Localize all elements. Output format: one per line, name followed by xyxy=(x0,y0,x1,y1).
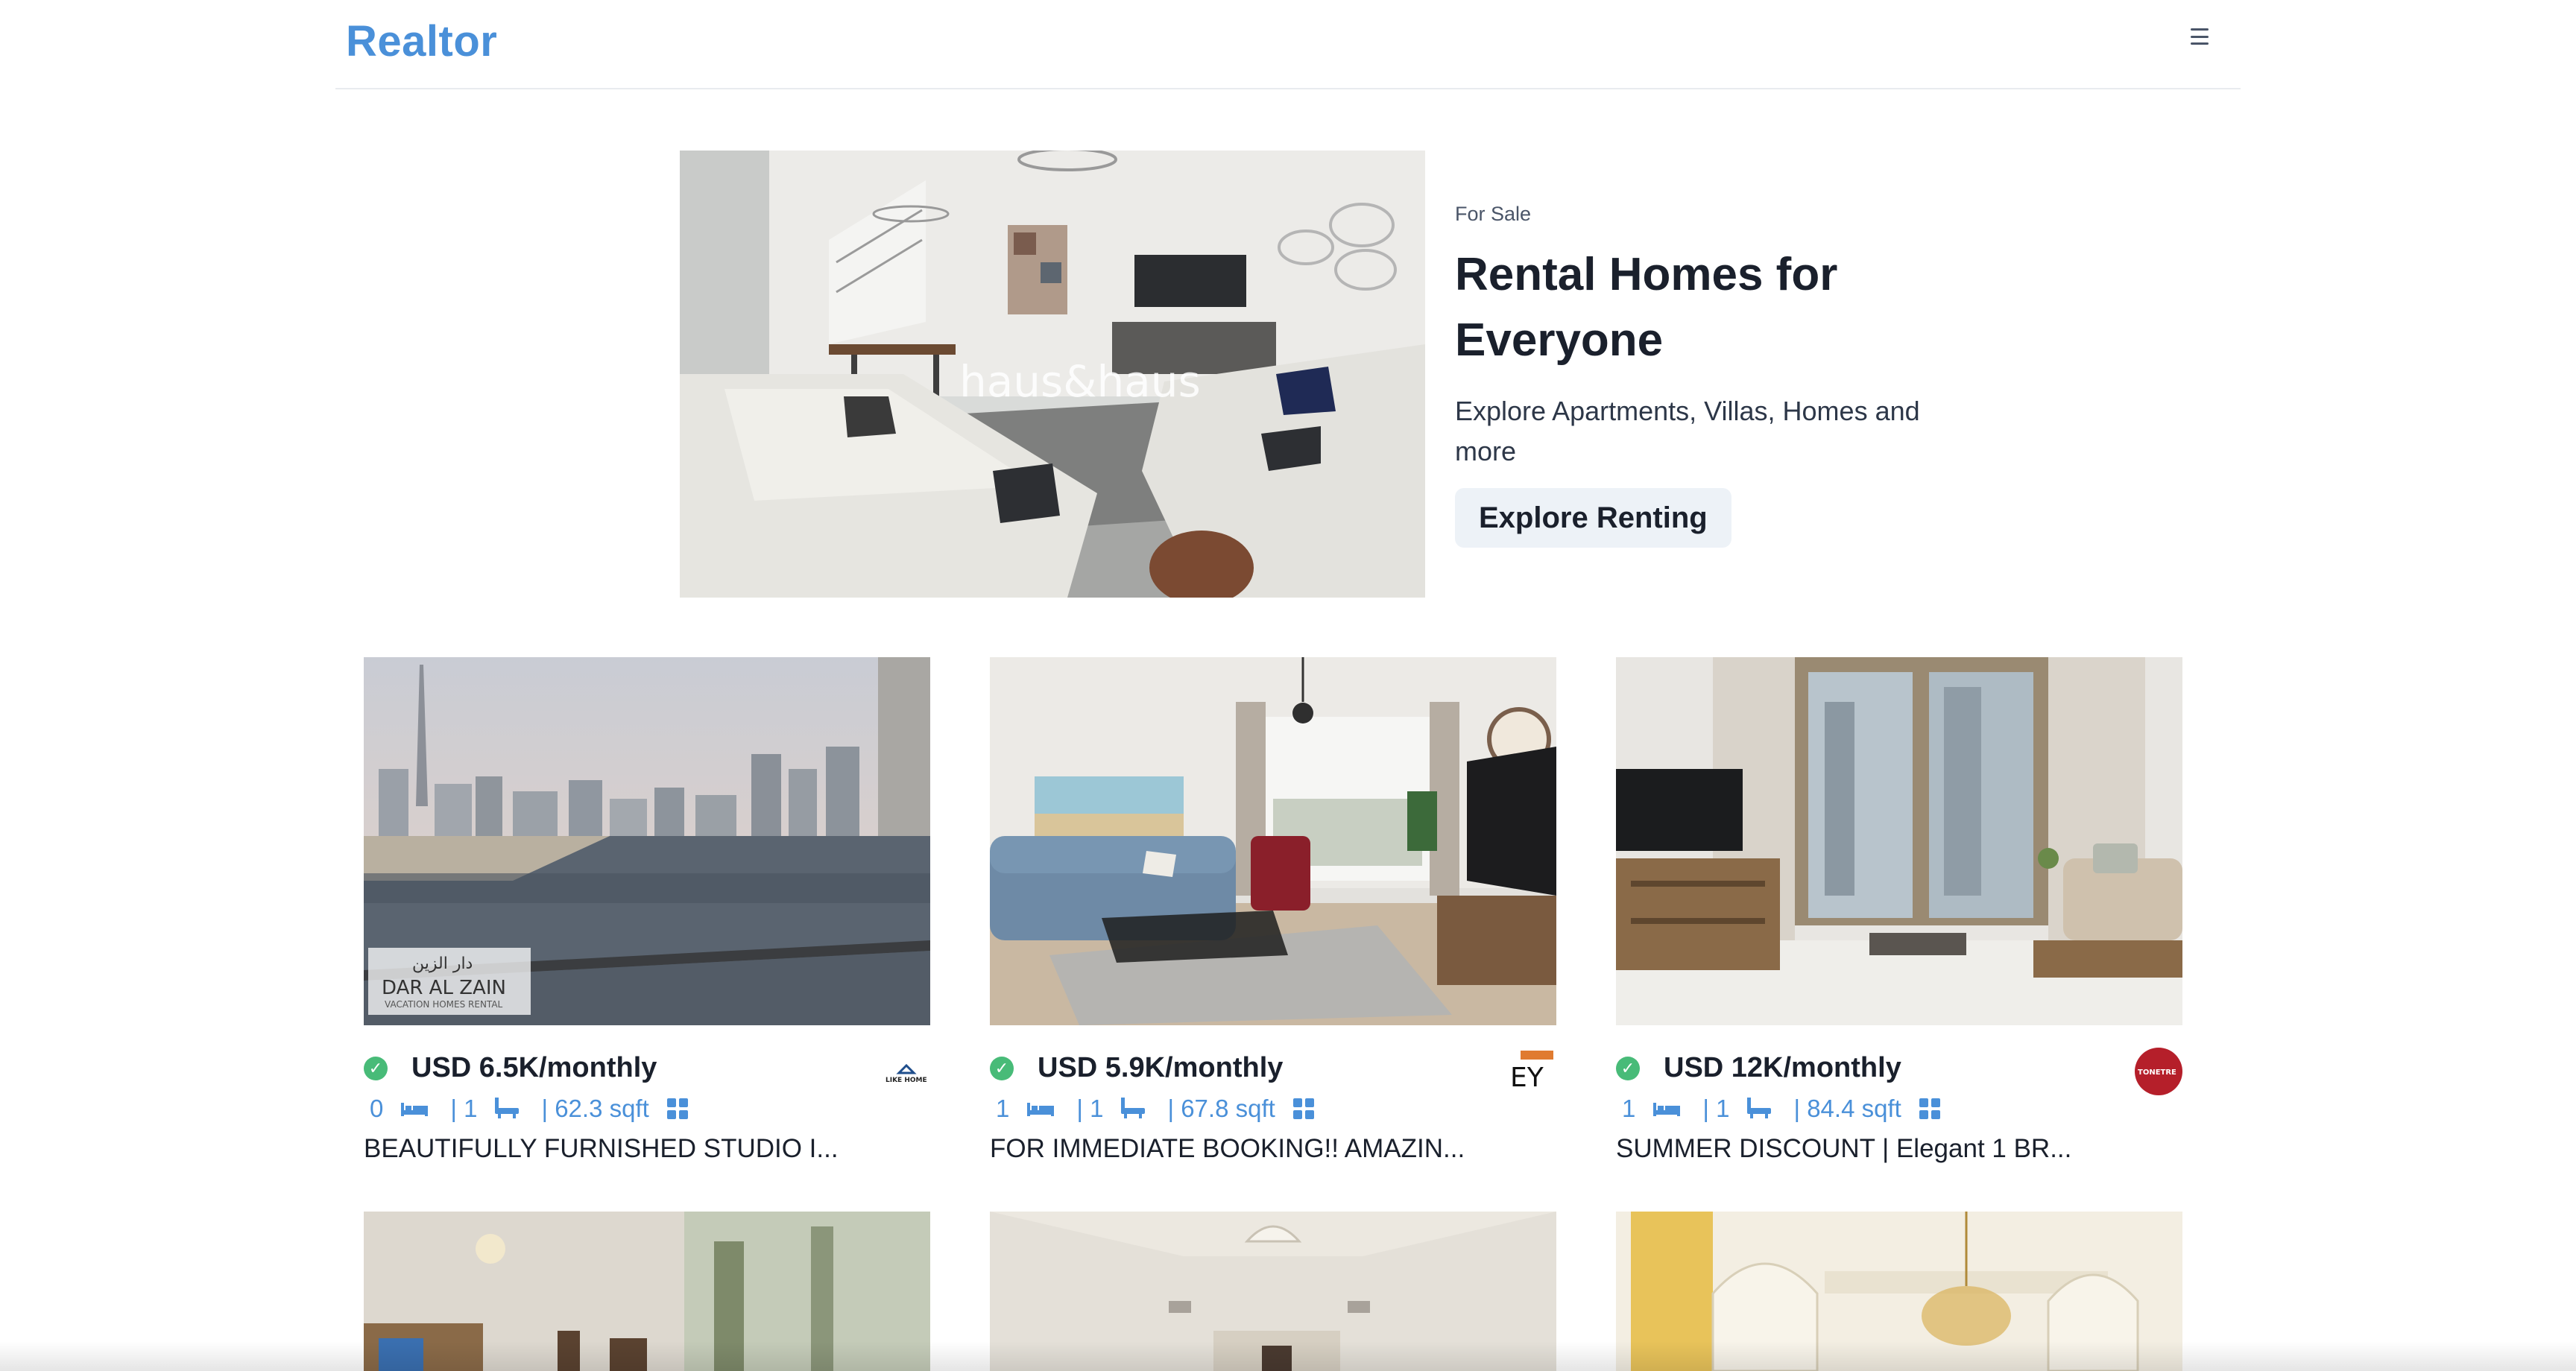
hero-title: Rental Homes for Everyone xyxy=(1455,249,1838,366)
svg-text:دار الزين: دار الزين xyxy=(412,954,473,973)
listing-card[interactable]: دار الزين DAR AL ZAIN VACATION HOMES REN… xyxy=(364,657,930,1164)
bath-icon xyxy=(1121,1098,1146,1120)
hero-watermark: haus&haus xyxy=(959,356,1201,407)
hero-banner-image: haus&haus xyxy=(680,151,1425,598)
bed-icon xyxy=(1653,1100,1681,1118)
grid-icon xyxy=(666,1098,688,1119)
listing-card[interactable]: ✓ USD 12K/monthly TONETRE 1 | 1 | 84.4 s… xyxy=(1616,657,2182,1164)
listing-price: USD 5.9K/monthly xyxy=(1038,1052,1284,1083)
hero-eyebrow: For Sale xyxy=(1455,203,1532,225)
bed-icon xyxy=(401,1100,429,1118)
hero-content: For Sale Rental Homes for Everyone Explo… xyxy=(1455,203,1932,548)
listing-meta: 1 | 1 | 84.4 sqft xyxy=(1616,1088,2182,1130)
listing-image[interactable]: دار الزين DAR AL ZAIN VACATION HOMES REN… xyxy=(364,657,930,1025)
svg-text:DAR AL ZAIN: DAR AL ZAIN xyxy=(382,977,506,999)
hamburger-menu-icon[interactable] xyxy=(2187,25,2212,48)
verified-check-icon: ✓ xyxy=(1616,1057,1640,1080)
verified-check-icon: ✓ xyxy=(990,1057,1014,1080)
svg-text:LIKE HOME: LIKE HOME xyxy=(886,1077,927,1084)
brand-logo[interactable]: Realtor xyxy=(346,16,497,66)
agency-logo[interactable]: EY xyxy=(1509,1048,1556,1095)
bath-icon xyxy=(495,1098,520,1120)
rooms-count: 0 xyxy=(370,1095,384,1122)
area-size: | 84.4 sqft xyxy=(1793,1095,1901,1122)
agency-logo[interactable]: TONETRE xyxy=(2135,1048,2182,1095)
listing-image[interactable] xyxy=(990,657,1556,1025)
hero-description: Explore Apartments, Villas, Homes and mo… xyxy=(1455,396,1920,466)
listing-card[interactable]: ✓ USD 5.9K/monthly EY 1 | 1 | 67.8 sqft … xyxy=(990,657,1556,1164)
listing-meta: 0 | 1 | 62.3 sqft xyxy=(364,1088,930,1130)
svg-text:TONETRE: TONETRE xyxy=(2138,1068,2176,1077)
verified-check-icon: ✓ xyxy=(364,1057,388,1080)
listing-title[interactable]: FOR IMMEDIATE BOOKING!! AMAZIN... xyxy=(990,1134,1556,1164)
navbar: Realtor xyxy=(335,0,2241,89)
rooms-count: 1 xyxy=(1622,1095,1636,1122)
listing-title[interactable]: SUMMER DISCOUNT | Elegant 1 BR... xyxy=(1616,1134,2182,1164)
listing-meta: 1 | 1 | 67.8 sqft xyxy=(990,1088,1556,1130)
explore-renting-button[interactable]: Explore Renting xyxy=(1455,488,1731,548)
baths-count: | 1 xyxy=(1702,1095,1730,1122)
grid-icon xyxy=(1919,1098,1940,1119)
agency-logo[interactable]: LIKE HOME xyxy=(883,1048,930,1095)
listing-price: USD 12K/monthly xyxy=(1664,1052,1901,1083)
page-bottom-shade xyxy=(0,1341,2576,1371)
listing-price: USD 6.5K/monthly xyxy=(411,1052,657,1083)
svg-text:EY: EY xyxy=(1510,1063,1544,1093)
baths-count: | 1 xyxy=(1076,1095,1104,1122)
bath-icon xyxy=(1747,1098,1772,1120)
area-size: | 67.8 sqft xyxy=(1167,1095,1275,1122)
grid-icon xyxy=(1292,1098,1314,1119)
svg-text:VACATION HOMES RENTAL: VACATION HOMES RENTAL xyxy=(385,999,503,1010)
listing-image[interactable] xyxy=(1616,657,2182,1025)
rooms-count: 1 xyxy=(996,1095,1010,1122)
baths-count: | 1 xyxy=(450,1095,478,1122)
bed-icon xyxy=(1027,1100,1055,1118)
listing-title[interactable]: BEAUTIFULLY FURNISHED STUDIO I... xyxy=(364,1134,930,1164)
area-size: | 62.3 sqft xyxy=(541,1095,649,1122)
